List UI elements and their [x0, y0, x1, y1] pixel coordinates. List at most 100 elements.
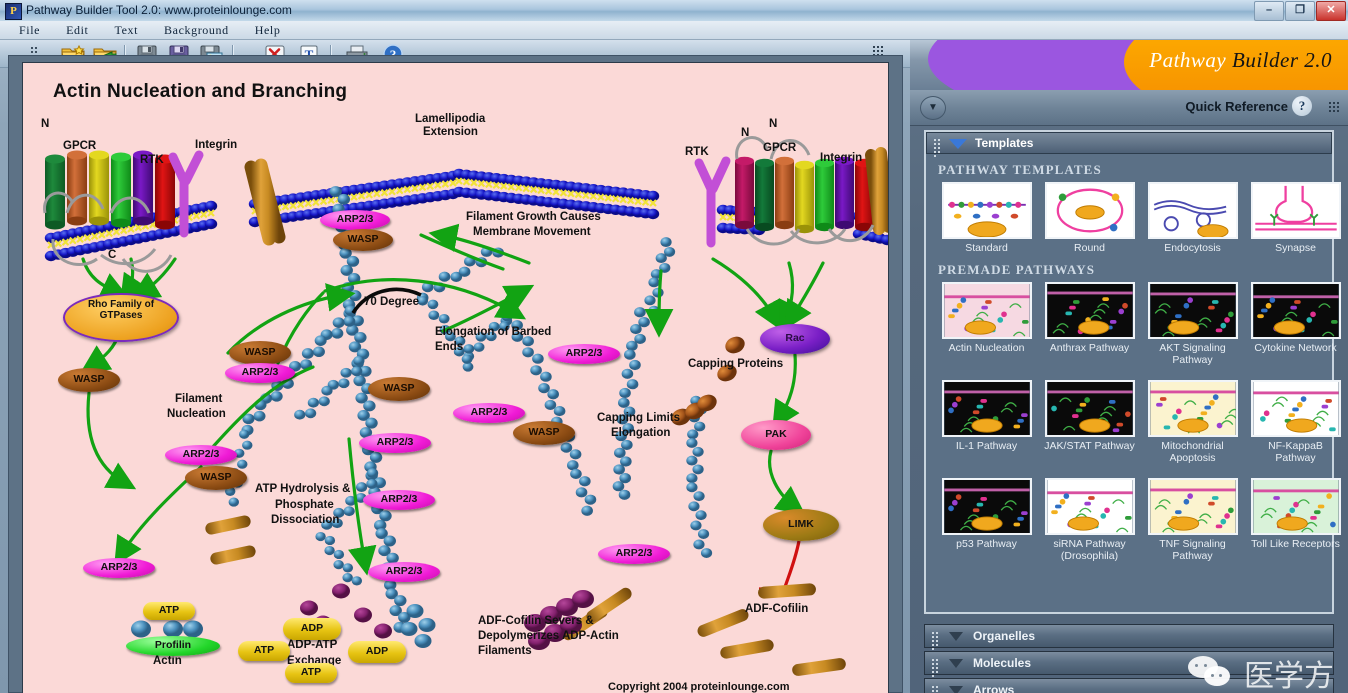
- pathway-node-wasp[interactable]: WASP: [229, 341, 291, 365]
- menu-background[interactable]: Background: [151, 22, 242, 39]
- pathway-jak-stat-thumbnail[interactable]: [1044, 380, 1135, 437]
- quick-reference-bar: ▼ Quick Reference ?: [910, 90, 1348, 126]
- template-round-thumbnail[interactable]: [1044, 182, 1135, 239]
- pathway-node-arp2-3[interactable]: ARP2/3: [598, 544, 670, 564]
- pathway-annotation: Elongation of Barbed: [435, 326, 552, 338]
- pathway-p53-thumbnail[interactable]: [941, 478, 1032, 535]
- pathway-nf-kappab-thumbnail[interactable]: [1250, 380, 1341, 437]
- template-round[interactable]: Round: [1041, 182, 1138, 254]
- pathway-cytokine-network[interactable]: Cytokine Network: [1247, 282, 1344, 366]
- accordion-arrows-grip-icon: [931, 685, 941, 693]
- chevron-down-icon: [949, 686, 963, 693]
- pathway-node-arp2-3[interactable]: ARP2/3: [225, 363, 295, 383]
- pathway-node-arp2-3[interactable]: ARP2/3: [83, 558, 155, 578]
- panel-grip-icon[interactable]: [1328, 101, 1340, 113]
- template-synapse[interactable]: Synapse: [1247, 182, 1344, 254]
- pathway-il1[interactable]: IL-1 Pathway: [938, 380, 1035, 464]
- close-button[interactable]: ✕: [1316, 1, 1346, 21]
- pathway-tnf-signaling[interactable]: TNF Signaling Pathway: [1144, 478, 1241, 562]
- pathway-annotation: Elongation: [611, 427, 671, 439]
- premade-pathways-row-3: p53 Pathway siRNA Pathway (Drosophila) TNF…: [938, 478, 1348, 562]
- pathway-il1-thumbnail[interactable]: [941, 380, 1032, 437]
- pathway-node-wasp[interactable]: WASP: [333, 229, 393, 251]
- pathway-node-arp2-3[interactable]: ARP2/3: [359, 433, 431, 453]
- templates-grip-icon: [933, 138, 943, 157]
- pathway-node-profilin[interactable]: Profilin: [126, 636, 220, 656]
- accordion-molecules[interactable]: Molecules: [924, 651, 1334, 677]
- pathway-canvas[interactable]: Actin Nucleation and Branching Copyright…: [22, 62, 889, 693]
- pathway-akt-signaling[interactable]: AKT Signaling Pathway: [1144, 282, 1241, 366]
- accordion-arrows[interactable]: Arrows: [924, 678, 1334, 693]
- pathway-node-adp[interactable]: ADP: [348, 641, 406, 663]
- pathway-node-arp2-3[interactable]: ARP2/3: [320, 210, 390, 230]
- pathway-tnf-signaling-thumbnail[interactable]: [1147, 478, 1238, 535]
- premade-pathways-heading: PREMADE PATHWAYS: [938, 262, 1096, 277]
- collapse-panel-button[interactable]: ▼: [920, 96, 946, 120]
- pathway-title: Actin Nucleation and Branching: [53, 81, 348, 102]
- pathway-anthrax-thumbnail[interactable]: [1044, 282, 1135, 339]
- pathway-annotation: ATP Hydrolysis &: [255, 483, 351, 495]
- minimize-button[interactable]: –: [1254, 1, 1284, 21]
- pathway-annotation: Capping Proteins: [688, 358, 784, 370]
- pathway-node-arp2-3[interactable]: ARP2/3: [548, 344, 620, 364]
- pathway-cytokine-network-label: Cytokine Network: [1254, 342, 1337, 354]
- pathway-p53[interactable]: p53 Pathway: [938, 478, 1035, 562]
- pathway-toll-like-receptors-label: Toll Like Receptors: [1251, 538, 1340, 550]
- pathway-node-atp[interactable]: ATP: [285, 663, 337, 683]
- pathway-toll-like-receptors-thumbnail[interactable]: [1250, 478, 1341, 535]
- premade-pathways-row-1: Actin Nucleation Anthrax Pathway AKT Signa…: [938, 282, 1348, 366]
- menu-file[interactable]: File: [6, 22, 53, 39]
- premade-pathways-row-2: IL-1 Pathway JAK/STAT Pathway Mitochondria…: [938, 380, 1348, 464]
- template-synapse-thumbnail[interactable]: [1250, 182, 1341, 239]
- pathway-mitochondrial-apoptosis[interactable]: Mitochondrial Apoptosis: [1144, 380, 1241, 464]
- pathway-actin-nucleation-thumbnail[interactable]: [941, 282, 1032, 339]
- pathway-node-arp2-3[interactable]: ARP2/3: [165, 445, 237, 465]
- pathway-actin-nucleation[interactable]: Actin Nucleation: [938, 282, 1035, 366]
- pathway-sirna-drosophila-thumbnail[interactable]: [1044, 478, 1135, 535]
- pathway-node-wasp[interactable]: WASP: [185, 466, 247, 490]
- title-bar: P Pathway Builder Tool 2.0: www.proteinl…: [0, 0, 1348, 22]
- templates-section-header[interactable]: Templates: [926, 132, 1332, 157]
- pathway-akt-signaling-thumbnail[interactable]: [1147, 282, 1238, 339]
- template-endocytosis-thumbnail[interactable]: [1147, 182, 1238, 239]
- pathway-node-adp[interactable]: ADP: [283, 618, 341, 640]
- pathway-mitochondrial-apoptosis-thumbnail[interactable]: [1147, 380, 1238, 437]
- banner-word-builder: Builder 2.0: [1232, 48, 1332, 72]
- pathway-node-wasp[interactable]: WASP: [368, 377, 430, 401]
- pathway-annotation: Dissociation: [271, 514, 340, 526]
- app-icon: P: [5, 3, 22, 20]
- template-endocytosis[interactable]: Endocytosis: [1144, 182, 1241, 254]
- pathway-node-atp[interactable]: ATP: [238, 641, 290, 661]
- receptor-label: GPCR: [763, 142, 797, 154]
- pathway-annotation: Filaments: [478, 645, 532, 657]
- pathway-sirna-drosophila[interactable]: siRNA Pathway (Drosophila): [1041, 478, 1138, 562]
- accordion-arrows-label: Arrows: [973, 683, 1015, 693]
- menu-bar: File Edit Text Background Help: [0, 21, 1348, 40]
- pathway-jak-stat[interactable]: JAK/STAT Pathway: [1041, 380, 1138, 464]
- pathway-node-wasp[interactable]: WASP: [58, 368, 120, 392]
- pathway-node-pak[interactable]: PAK: [741, 420, 811, 450]
- pathway-annotation: Lamellipodia: [415, 113, 486, 125]
- pathway-node-atp[interactable]: ATP: [143, 602, 195, 620]
- receptor-label: N: [41, 118, 50, 130]
- pathway-node-rac[interactable]: Rac: [760, 324, 830, 354]
- template-standard-thumbnail[interactable]: [941, 182, 1032, 239]
- pathway-node-arp2-3[interactable]: ARP2/3: [363, 490, 435, 510]
- pathway-cytokine-network-thumbnail[interactable]: [1250, 282, 1341, 339]
- template-synapse-label: Synapse: [1275, 242, 1316, 254]
- template-standard[interactable]: Standard: [938, 182, 1035, 254]
- pathway-node-arp2-3[interactable]: ARP2/3: [368, 562, 440, 582]
- accordion-organelles[interactable]: Organelles: [924, 624, 1334, 650]
- menu-text[interactable]: Text: [101, 22, 151, 39]
- pathway-nf-kappab[interactable]: NF-KappaB Pathway: [1247, 380, 1344, 464]
- pathway-node-rho-family-of-gtpases[interactable]: Rho Family of GTPases: [63, 293, 179, 342]
- question-mark-icon[interactable]: ?: [1292, 96, 1312, 116]
- pathway-node-wasp[interactable]: WASP: [513, 421, 575, 445]
- menu-help[interactable]: Help: [242, 22, 294, 39]
- pathway-anthrax[interactable]: Anthrax Pathway: [1041, 282, 1138, 366]
- menu-edit[interactable]: Edit: [53, 22, 101, 39]
- pathway-node-limk[interactable]: LIMK: [763, 509, 839, 541]
- pathway-toll-like-receptors[interactable]: Toll Like Receptors: [1247, 478, 1344, 562]
- maximize-button[interactable]: ❐: [1285, 1, 1315, 21]
- pathway-node-arp2-3[interactable]: ARP2/3: [453, 403, 525, 423]
